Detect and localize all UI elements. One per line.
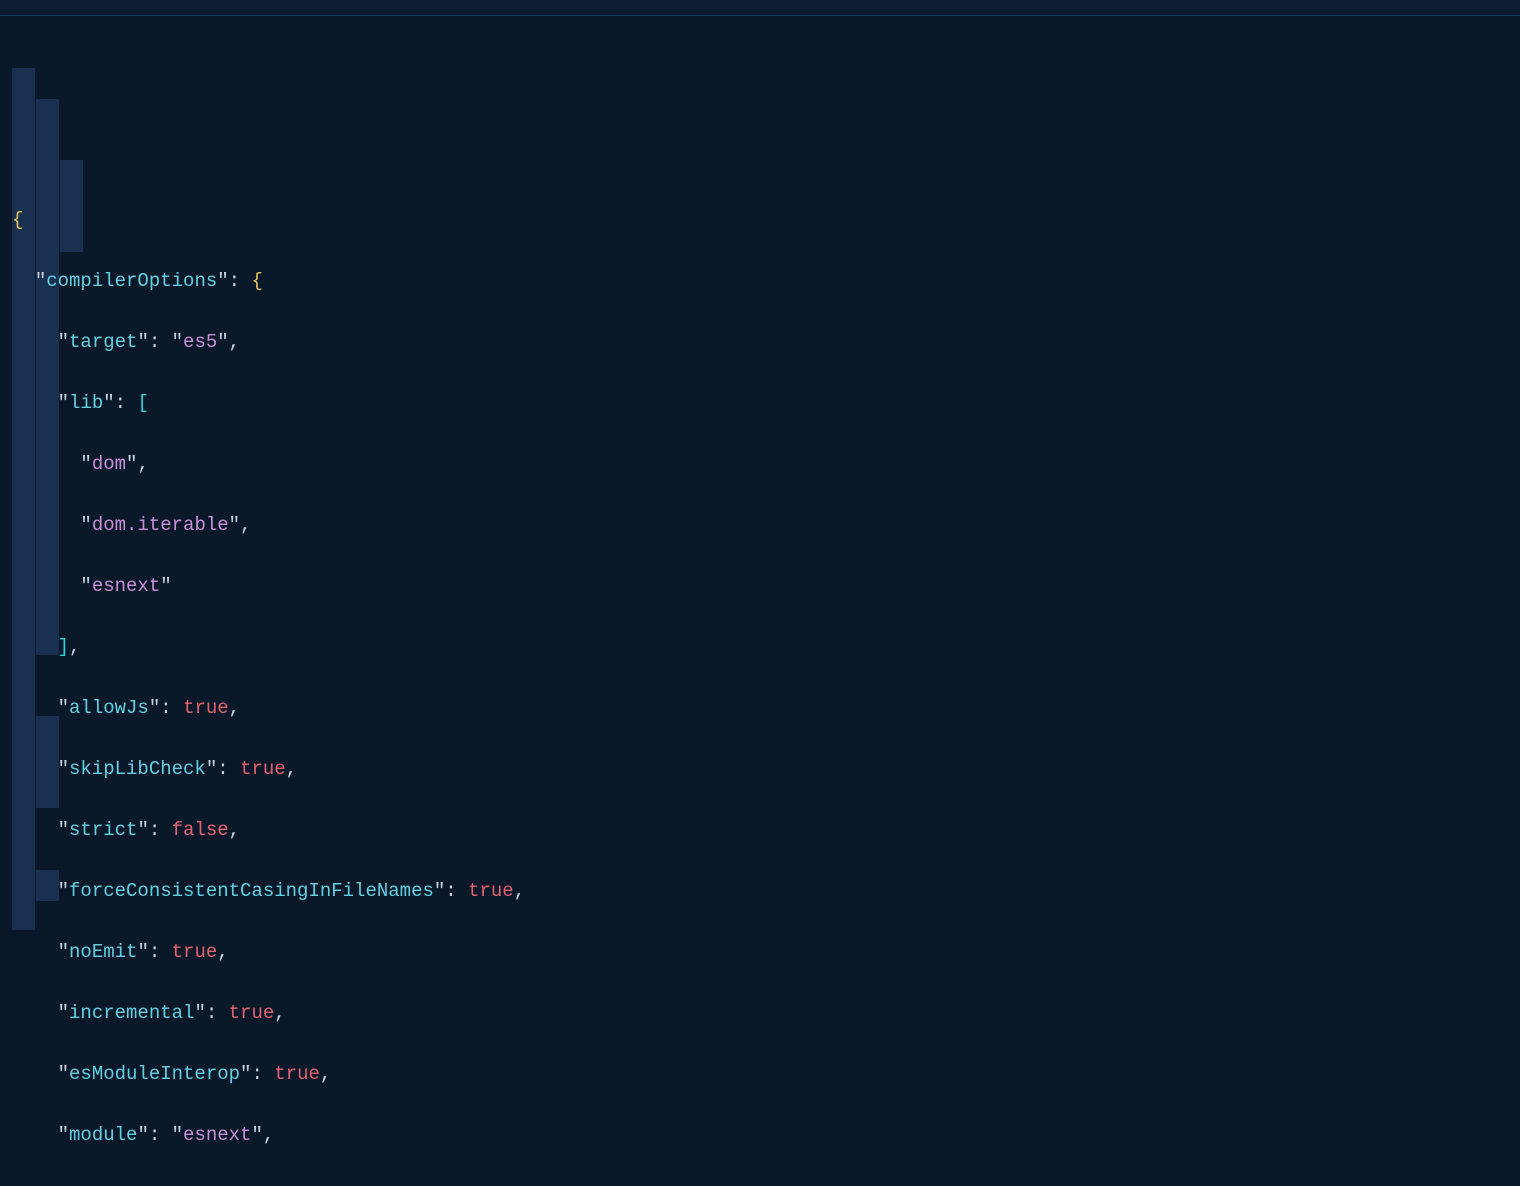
code-line: "forceConsistentCasingInFileNames": true… — [12, 876, 1520, 907]
code-line: "module": "esnext", — [12, 1120, 1520, 1151]
code-line: "dom.iterable", — [12, 510, 1520, 541]
editor-top-bar — [0, 0, 1520, 16]
code-line: "moduleResolution": "node", — [12, 1181, 1520, 1186]
code-editor[interactable]: { "compilerOptions": { "target": "es5", … — [0, 16, 1520, 1186]
code-line: "esModuleInterop": true, — [12, 1059, 1520, 1090]
code-line: "esnext" — [12, 571, 1520, 602]
code-line: { — [12, 205, 1520, 236]
code-line: "noEmit": true, — [12, 937, 1520, 968]
code-line: "target": "es5", — [12, 327, 1520, 358]
code-line: "compilerOptions": { — [12, 266, 1520, 297]
code-line: ], — [12, 632, 1520, 663]
code-line: "incremental": true, — [12, 998, 1520, 1029]
code-line: "strict": false, — [12, 815, 1520, 846]
code-line: "lib": [ — [12, 388, 1520, 419]
code-line: "dom", — [12, 449, 1520, 480]
code-line: "skipLibCheck": true, — [12, 754, 1520, 785]
code-line: "allowJs": true, — [12, 693, 1520, 724]
indent-guide — [12, 68, 35, 930]
